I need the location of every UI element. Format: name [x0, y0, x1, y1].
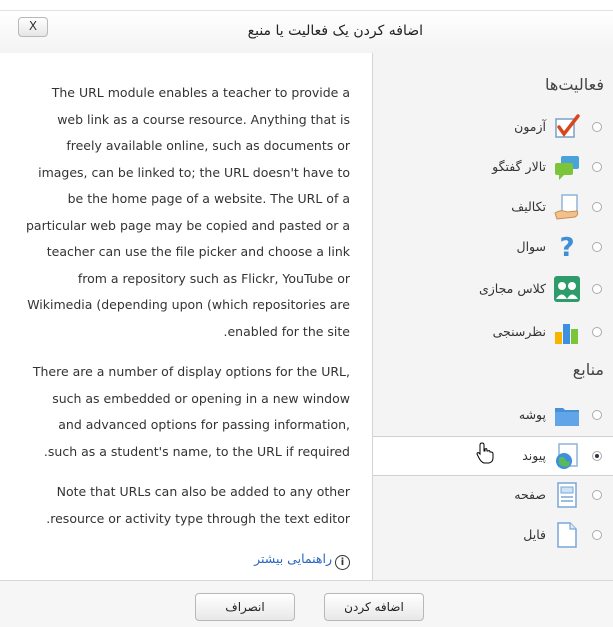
option-label: آزمون [514, 119, 546, 134]
option-label: صفحه [514, 487, 546, 502]
radio-button[interactable] [592, 410, 602, 420]
radio-button[interactable] [592, 202, 602, 212]
description-paragraph: There are a number of display options fo… [32, 364, 350, 459]
radio-button[interactable] [592, 451, 602, 461]
radio-button[interactable] [592, 122, 602, 132]
close-button[interactable]: X [18, 17, 48, 37]
bar-chart-icon [555, 324, 578, 344]
option-quiz[interactable]: آزمون [373, 108, 613, 148]
module-description: The URL module enables a teacher to prov… [26, 80, 350, 587]
option-label: نظرسنجی [492, 324, 546, 339]
option-label: پیوند [522, 448, 546, 463]
option-file[interactable]: فایل [373, 516, 613, 556]
assignment-hand-icon [554, 194, 579, 220]
module-chooser: فعالیت‌ها آزمون تالار گفتگو [372, 53, 613, 580]
radio-button[interactable] [592, 327, 602, 337]
option-forum[interactable]: تالار گفتگو [373, 148, 613, 188]
option-label: فایل [523, 527, 546, 542]
hand-cursor-icon [476, 442, 494, 464]
file-icon [557, 522, 577, 548]
option-question[interactable]: ? سوال [373, 228, 613, 268]
page-icon [557, 482, 577, 508]
svg-text:?: ? [559, 233, 574, 261]
dialog-footer: اضافه کردن انصراف [0, 580, 613, 627]
quiz-check-icon [555, 114, 580, 138]
option-label: تالار گفتگو [492, 159, 546, 174]
forum-bubbles-icon [555, 156, 579, 180]
dialog-body: The URL module enables a teacher to prov… [0, 53, 613, 580]
more-help-link[interactable]: راهنمایی بیشتر [254, 551, 332, 566]
cancel-button[interactable]: انصراف [195, 593, 295, 621]
option-label: سوال [516, 239, 547, 254]
radio-button[interactable] [592, 162, 602, 172]
more-help-row: iراهنمایی بیشتر [26, 546, 350, 573]
dialog-title: اضافه کردن یک فعالیت یا منبع [247, 23, 423, 39]
option-virtual-class[interactable]: کلاس مجازی [373, 270, 613, 310]
folder-icon [555, 408, 579, 426]
radio-button[interactable] [592, 490, 602, 500]
activities-heading: فعالیت‌ها [545, 75, 604, 94]
url-globe-icon [556, 443, 578, 469]
virtual-class-icon [554, 276, 580, 302]
add-activity-dialog: X اضافه کردن یک فعالیت یا منبع The URL m… [0, 0, 613, 627]
option-folder[interactable]: پوشه [373, 396, 613, 436]
info-icon: i [335, 555, 350, 570]
description-paragraph: The URL module enables a teacher to prov… [25, 85, 350, 339]
description-panel: The URL module enables a teacher to prov… [0, 53, 372, 580]
option-page[interactable]: صفحه [373, 476, 613, 516]
option-assignment[interactable]: تکالیف [373, 188, 613, 228]
option-label: کلاس مجازی [478, 281, 546, 296]
option-label: پوشه [518, 407, 546, 422]
resources-heading: منابع [572, 360, 604, 379]
close-icon: X [28, 19, 38, 33]
dialog-header: X اضافه کردن یک فعالیت یا منبع [0, 10, 613, 54]
option-survey[interactable]: نظرسنجی [373, 313, 613, 353]
radio-button[interactable] [592, 530, 602, 540]
option-label: تکالیف [511, 199, 546, 214]
add-button[interactable]: اضافه کردن [324, 593, 424, 621]
question-mark-icon: ? [559, 233, 574, 261]
radio-button[interactable] [592, 284, 602, 294]
radio-button[interactable] [592, 242, 602, 252]
description-paragraph: Note that URLs can also be added to any … [46, 484, 350, 526]
